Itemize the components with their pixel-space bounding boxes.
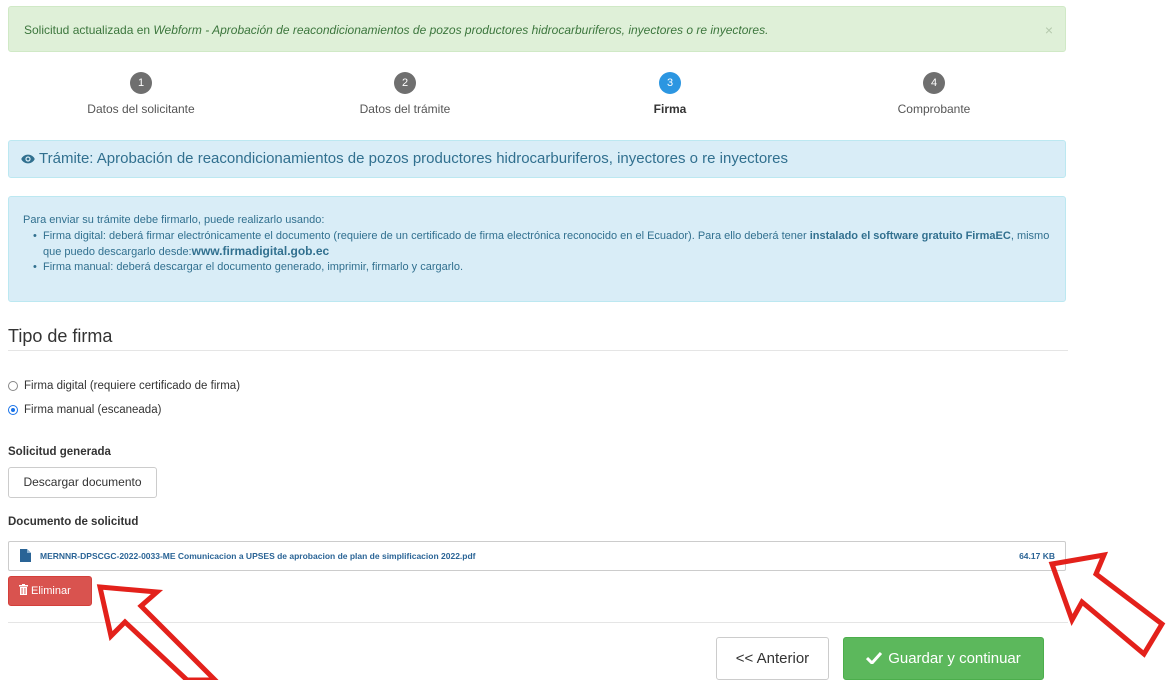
annotation-arrow-icon [96,584,219,680]
trash-icon [19,584,28,595]
success-alert: Solicitud actualizada en Webform - Aprob… [8,6,1066,52]
eye-icon [21,154,35,164]
check-icon [866,651,883,666]
solicitud-generada-label: Solicitud generada [8,446,111,458]
descargar-documento-button[interactable]: Descargar documento [8,467,157,498]
step-comprobante[interactable]: 4 Comprobante [834,72,1034,116]
guardar-continuar-button[interactable]: Guardar y continuar [843,637,1044,680]
step-label: Datos del trámite [359,102,451,116]
alert-text-prefix: Solicitud actualizada en [24,23,154,37]
info-list: Firma digital: deberá firmar electrónica… [23,229,1051,275]
eliminar-button[interactable]: Eliminar [8,576,92,606]
radio-button[interactable] [8,381,18,391]
wizard-steps: 1 Datos del solicitante 2 Datos del trám… [8,72,1066,124]
uploaded-file-row: MERNNR-DPSCGC-2022-0033-ME Comunicacion … [8,541,1066,571]
radio-label: Firma manual (escaneada) [24,404,162,416]
step-number: 3 [659,72,681,94]
tramite-title: Trámite: Aprobación de reacondicionamien… [39,150,789,167]
tramite-panel: Trámite: Aprobación de reacondicionamien… [8,140,1066,178]
documento-solicitud-label: Documento de solicitud [8,516,139,528]
step-number: 2 [394,72,416,94]
divider [8,622,1068,623]
eliminar-label: Eliminar [31,585,71,597]
file-size: 64.17 KB [1019,551,1055,561]
step-label: Datos del solicitante [87,102,195,116]
step-number: 1 [130,72,152,94]
close-icon[interactable]: × [1045,7,1053,53]
anterior-button[interactable]: << Anterior [716,637,829,680]
radio-label: Firma digital (requiere certificado de f… [24,380,241,392]
step-datos-tramite[interactable]: 2 Datos del trámite [305,72,505,116]
info-intro: Para enviar su trámite debe firmarlo, pu… [23,214,325,226]
step-label: Firma [653,102,687,116]
file-name-link[interactable]: MERNNR-DPSCGC-2022-0033-ME Comunicacion … [40,542,476,570]
radio-button-checked[interactable] [8,405,18,415]
guardar-label: Guardar y continuar [888,650,1021,667]
info-item-text: Firma digital: deberá firmar electrónica… [43,230,810,242]
radio-firma-manual[interactable]: Firma manual (escaneada) [8,402,161,418]
step-label: Comprobante [897,102,971,116]
step-number: 4 [923,72,945,94]
file-icon [20,549,31,562]
info-panel: Para enviar su trámite debe firmarlo, pu… [8,196,1066,302]
radio-firma-digital[interactable]: Firma digital (requiere certificado de f… [8,378,240,394]
tipo-firma-title: Tipo de firma [8,326,1068,351]
info-item-bold: instalado el software gratuito FirmaEC [809,230,1011,242]
firmadigital-link[interactable]: www.firmadigital.gob.ec [192,244,330,258]
alert-text-webform: Webform - Aprobación de reacondicionamie… [153,23,769,37]
step-firma[interactable]: 3 Firma [570,72,770,116]
info-item-firma-manual: Firma manual: deberá descargar el docume… [33,260,1051,275]
info-item-firma-digital: Firma digital: deberá firmar electrónica… [33,229,1051,260]
step-datos-solicitante[interactable]: 1 Datos del solicitante [41,72,241,116]
